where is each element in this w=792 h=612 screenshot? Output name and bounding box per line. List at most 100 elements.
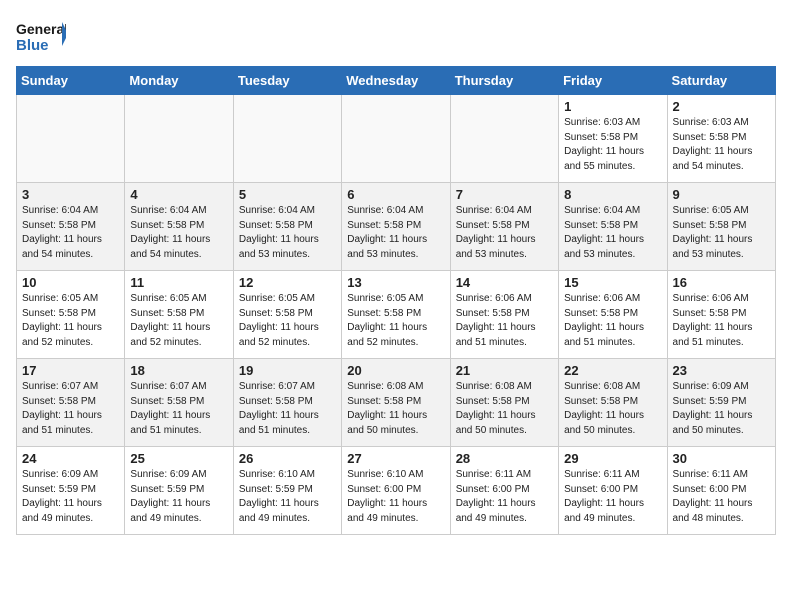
day-number: 17: [22, 363, 119, 378]
col-header-wednesday: Wednesday: [342, 67, 450, 95]
day-info: Sunrise: 6:08 AM Sunset: 5:58 PM Dayligh…: [564, 380, 661, 438]
week-row-4: 17 Sunrise: 6:07 AM Sunset: 5:58 PM Dayl…: [17, 359, 776, 447]
day-info: Sunrise: 6:04 AM Sunset: 5:58 PM Dayligh…: [456, 204, 553, 262]
day-info: Sunrise: 6:05 AM Sunset: 5:58 PM Dayligh…: [347, 292, 444, 350]
logo: General Blue: [16, 16, 66, 58]
day-number: 21: [456, 363, 553, 378]
calendar-cell: 30 Sunrise: 6:11 AM Sunset: 6:00 PM Dayl…: [667, 447, 775, 535]
page-header: General Blue: [16, 16, 776, 58]
day-info: Sunrise: 6:11 AM Sunset: 6:00 PM Dayligh…: [564, 468, 661, 526]
day-info: Sunrise: 6:05 AM Sunset: 5:58 PM Dayligh…: [673, 204, 770, 262]
col-header-friday: Friday: [559, 67, 667, 95]
week-row-1: 1 Sunrise: 6:03 AM Sunset: 5:58 PM Dayli…: [17, 95, 776, 183]
calendar-cell: 17 Sunrise: 6:07 AM Sunset: 5:58 PM Dayl…: [17, 359, 125, 447]
calendar-cell: [450, 95, 558, 183]
calendar-cell: 3 Sunrise: 6:04 AM Sunset: 5:58 PM Dayli…: [17, 183, 125, 271]
day-number: 15: [564, 275, 661, 290]
calendar-cell: 9 Sunrise: 6:05 AM Sunset: 5:58 PM Dayli…: [667, 183, 775, 271]
logo-svg: General Blue: [16, 16, 66, 58]
day-number: 6: [347, 187, 444, 202]
day-number: 20: [347, 363, 444, 378]
day-info: Sunrise: 6:04 AM Sunset: 5:58 PM Dayligh…: [22, 204, 119, 262]
day-number: 28: [456, 451, 553, 466]
calendar-cell: 25 Sunrise: 6:09 AM Sunset: 5:59 PM Dayl…: [125, 447, 233, 535]
day-number: 10: [22, 275, 119, 290]
day-number: 4: [130, 187, 227, 202]
calendar-cell: 29 Sunrise: 6:11 AM Sunset: 6:00 PM Dayl…: [559, 447, 667, 535]
week-row-5: 24 Sunrise: 6:09 AM Sunset: 5:59 PM Dayl…: [17, 447, 776, 535]
day-number: 22: [564, 363, 661, 378]
calendar-cell: 8 Sunrise: 6:04 AM Sunset: 5:58 PM Dayli…: [559, 183, 667, 271]
svg-text:General: General: [16, 21, 66, 37]
calendar-cell: 7 Sunrise: 6:04 AM Sunset: 5:58 PM Dayli…: [450, 183, 558, 271]
day-number: 25: [130, 451, 227, 466]
calendar-table: SundayMondayTuesdayWednesdayThursdayFrid…: [16, 66, 776, 535]
day-number: 27: [347, 451, 444, 466]
day-info: Sunrise: 6:05 AM Sunset: 5:58 PM Dayligh…: [239, 292, 336, 350]
col-header-sunday: Sunday: [17, 67, 125, 95]
col-header-tuesday: Tuesday: [233, 67, 341, 95]
day-number: 12: [239, 275, 336, 290]
day-info: Sunrise: 6:08 AM Sunset: 5:58 PM Dayligh…: [456, 380, 553, 438]
day-info: Sunrise: 6:09 AM Sunset: 5:59 PM Dayligh…: [673, 380, 770, 438]
day-number: 19: [239, 363, 336, 378]
calendar-cell: [342, 95, 450, 183]
day-info: Sunrise: 6:04 AM Sunset: 5:58 PM Dayligh…: [239, 204, 336, 262]
calendar-cell: 20 Sunrise: 6:08 AM Sunset: 5:58 PM Dayl…: [342, 359, 450, 447]
calendar-cell: 28 Sunrise: 6:11 AM Sunset: 6:00 PM Dayl…: [450, 447, 558, 535]
calendar-cell: 21 Sunrise: 6:08 AM Sunset: 5:58 PM Dayl…: [450, 359, 558, 447]
day-info: Sunrise: 6:06 AM Sunset: 5:58 PM Dayligh…: [456, 292, 553, 350]
day-number: 11: [130, 275, 227, 290]
day-number: 7: [456, 187, 553, 202]
day-number: 2: [673, 99, 770, 114]
day-info: Sunrise: 6:04 AM Sunset: 5:58 PM Dayligh…: [130, 204, 227, 262]
week-row-3: 10 Sunrise: 6:05 AM Sunset: 5:58 PM Dayl…: [17, 271, 776, 359]
day-info: Sunrise: 6:07 AM Sunset: 5:58 PM Dayligh…: [130, 380, 227, 438]
day-number: 13: [347, 275, 444, 290]
calendar-cell: [17, 95, 125, 183]
calendar-cell: 10 Sunrise: 6:05 AM Sunset: 5:58 PM Dayl…: [17, 271, 125, 359]
calendar-cell: 16 Sunrise: 6:06 AM Sunset: 5:58 PM Dayl…: [667, 271, 775, 359]
day-info: Sunrise: 6:07 AM Sunset: 5:58 PM Dayligh…: [22, 380, 119, 438]
day-info: Sunrise: 6:06 AM Sunset: 5:58 PM Dayligh…: [673, 292, 770, 350]
calendar-cell: 22 Sunrise: 6:08 AM Sunset: 5:58 PM Dayl…: [559, 359, 667, 447]
day-info: Sunrise: 6:05 AM Sunset: 5:58 PM Dayligh…: [22, 292, 119, 350]
day-info: Sunrise: 6:11 AM Sunset: 6:00 PM Dayligh…: [456, 468, 553, 526]
calendar-cell: 1 Sunrise: 6:03 AM Sunset: 5:58 PM Dayli…: [559, 95, 667, 183]
week-row-2: 3 Sunrise: 6:04 AM Sunset: 5:58 PM Dayli…: [17, 183, 776, 271]
calendar-cell: 24 Sunrise: 6:09 AM Sunset: 5:59 PM Dayl…: [17, 447, 125, 535]
day-info: Sunrise: 6:03 AM Sunset: 5:58 PM Dayligh…: [673, 116, 770, 174]
day-info: Sunrise: 6:04 AM Sunset: 5:58 PM Dayligh…: [564, 204, 661, 262]
calendar-cell: 27 Sunrise: 6:10 AM Sunset: 6:00 PM Dayl…: [342, 447, 450, 535]
day-info: Sunrise: 6:03 AM Sunset: 5:58 PM Dayligh…: [564, 116, 661, 174]
calendar-cell: 11 Sunrise: 6:05 AM Sunset: 5:58 PM Dayl…: [125, 271, 233, 359]
calendar-cell: [125, 95, 233, 183]
day-info: Sunrise: 6:09 AM Sunset: 5:59 PM Dayligh…: [130, 468, 227, 526]
day-number: 1: [564, 99, 661, 114]
day-number: 23: [673, 363, 770, 378]
day-info: Sunrise: 6:04 AM Sunset: 5:58 PM Dayligh…: [347, 204, 444, 262]
calendar-cell: 26 Sunrise: 6:10 AM Sunset: 5:59 PM Dayl…: [233, 447, 341, 535]
day-info: Sunrise: 6:11 AM Sunset: 6:00 PM Dayligh…: [673, 468, 770, 526]
day-info: Sunrise: 6:05 AM Sunset: 5:58 PM Dayligh…: [130, 292, 227, 350]
day-number: 16: [673, 275, 770, 290]
day-number: 29: [564, 451, 661, 466]
calendar-cell: 15 Sunrise: 6:06 AM Sunset: 5:58 PM Dayl…: [559, 271, 667, 359]
day-info: Sunrise: 6:09 AM Sunset: 5:59 PM Dayligh…: [22, 468, 119, 526]
day-info: Sunrise: 6:06 AM Sunset: 5:58 PM Dayligh…: [564, 292, 661, 350]
day-info: Sunrise: 6:10 AM Sunset: 5:59 PM Dayligh…: [239, 468, 336, 526]
calendar-cell: 2 Sunrise: 6:03 AM Sunset: 5:58 PM Dayli…: [667, 95, 775, 183]
day-number: 26: [239, 451, 336, 466]
header-row: SundayMondayTuesdayWednesdayThursdayFrid…: [17, 67, 776, 95]
day-number: 8: [564, 187, 661, 202]
calendar-cell: 12 Sunrise: 6:05 AM Sunset: 5:58 PM Dayl…: [233, 271, 341, 359]
day-number: 5: [239, 187, 336, 202]
calendar-cell: 19 Sunrise: 6:07 AM Sunset: 5:58 PM Dayl…: [233, 359, 341, 447]
calendar-cell: 18 Sunrise: 6:07 AM Sunset: 5:58 PM Dayl…: [125, 359, 233, 447]
calendar-cell: 5 Sunrise: 6:04 AM Sunset: 5:58 PM Dayli…: [233, 183, 341, 271]
day-number: 30: [673, 451, 770, 466]
day-info: Sunrise: 6:10 AM Sunset: 6:00 PM Dayligh…: [347, 468, 444, 526]
day-number: 14: [456, 275, 553, 290]
calendar-cell: 13 Sunrise: 6:05 AM Sunset: 5:58 PM Dayl…: [342, 271, 450, 359]
day-number: 9: [673, 187, 770, 202]
